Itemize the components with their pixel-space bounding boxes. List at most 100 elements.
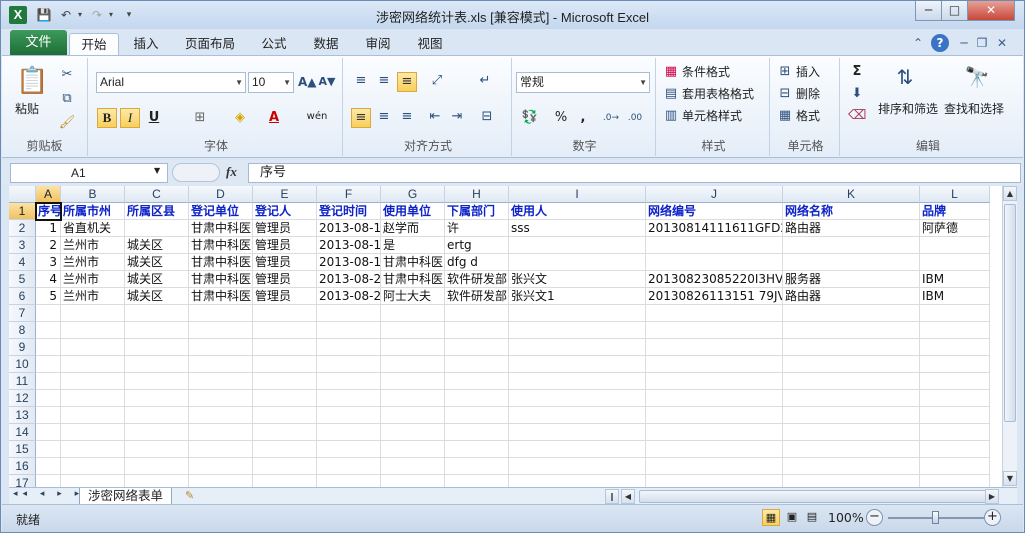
table-cell[interactable]: sss	[509, 220, 646, 237]
table-cell[interactable]: 服务器	[783, 271, 920, 288]
empty-cell[interactable]	[61, 373, 125, 390]
empty-cell[interactable]	[317, 322, 381, 339]
header-cell[interactable]: 使用单位	[381, 203, 445, 220]
formula-bar-splitter[interactable]	[172, 163, 220, 182]
column-header-d[interactable]: D	[189, 186, 253, 203]
empty-cell[interactable]	[920, 390, 990, 407]
empty-cell[interactable]	[125, 339, 189, 356]
row-header[interactable]: 16	[9, 458, 36, 475]
conditional-format-icon[interactable]: ▦	[662, 63, 680, 81]
cell-styles-button[interactable]: 单元格样式	[682, 107, 742, 125]
row-header[interactable]: 10	[9, 356, 36, 373]
table-cell[interactable]: 阿萨德	[920, 220, 990, 237]
empty-cell[interactable]	[783, 441, 920, 458]
header-cell[interactable]: 使用人	[509, 203, 646, 220]
formula-input[interactable]: 序号	[248, 163, 1021, 183]
empty-cell[interactable]	[189, 475, 253, 487]
empty-cell[interactable]	[509, 322, 646, 339]
tab-review[interactable]: 审阅	[356, 33, 400, 56]
table-cell[interactable]: 20130823085220I3HV	[646, 271, 783, 288]
fill-color-icon[interactable]: ◈	[230, 109, 250, 127]
table-cell[interactable]: 2013-08-26	[317, 288, 381, 305]
format-cells-icon[interactable]: ▦	[776, 107, 794, 125]
column-header-a[interactable]: A	[36, 186, 61, 203]
align-middle-icon[interactable]: ≡	[374, 72, 394, 90]
table-cell[interactable]: 管理员	[253, 220, 317, 237]
empty-cell[interactable]	[189, 424, 253, 441]
header-cell[interactable]: 所属市州	[61, 203, 125, 220]
select-all-corner[interactable]	[9, 186, 36, 203]
empty-cell[interactable]	[317, 390, 381, 407]
empty-cell[interactable]	[381, 458, 445, 475]
empty-cell[interactable]	[646, 441, 783, 458]
tab-data[interactable]: 数据	[304, 33, 348, 56]
empty-cell[interactable]	[189, 407, 253, 424]
table-cell[interactable]: 2013-08-23	[317, 271, 381, 288]
empty-cell[interactable]	[783, 322, 920, 339]
zoom-slider-thumb[interactable]	[932, 511, 939, 524]
scroll-up-icon[interactable]: ▲	[1003, 186, 1017, 201]
table-cell[interactable]: 城关区	[125, 288, 189, 305]
empty-cell[interactable]	[36, 424, 61, 441]
sort-filter-button[interactable]: 排序和筛选	[878, 100, 938, 118]
table-cell[interactable]: 阿士大夫	[381, 288, 445, 305]
empty-cell[interactable]	[253, 390, 317, 407]
table-cell[interactable]	[125, 220, 189, 237]
table-cell[interactable]	[920, 237, 990, 254]
empty-cell[interactable]	[189, 373, 253, 390]
empty-cell[interactable]	[920, 305, 990, 322]
doc-minimize-icon[interactable]: ─	[957, 34, 971, 52]
currency-icon[interactable]: 💱	[518, 109, 542, 127]
table-cell[interactable]: 兰州市	[61, 237, 125, 254]
empty-cell[interactable]	[125, 475, 189, 487]
vertical-scrollbar[interactable]: ▲ ▼	[1002, 186, 1017, 487]
empty-cell[interactable]	[646, 373, 783, 390]
empty-cell[interactable]	[783, 373, 920, 390]
empty-cell[interactable]	[36, 441, 61, 458]
spreadsheet-grid[interactable]: A B C D E F G H I J K L 1 序号 所属市州 所属区县 登记单位 登记人 登记时间 使用单位 下属…	[9, 186, 1002, 487]
empty-cell[interactable]	[646, 475, 783, 487]
empty-cell[interactable]	[317, 373, 381, 390]
phonetic-icon[interactable]: wén	[304, 108, 330, 126]
empty-cell[interactable]	[381, 356, 445, 373]
empty-cell[interactable]	[445, 458, 509, 475]
empty-cell[interactable]	[253, 441, 317, 458]
table-cell[interactable]: 2	[36, 237, 61, 254]
empty-cell[interactable]	[36, 458, 61, 475]
row-header[interactable]: 6	[9, 288, 36, 305]
tab-insert[interactable]: 插入	[123, 33, 169, 56]
empty-cell[interactable]	[317, 339, 381, 356]
header-cell[interactable]: 网络编号	[646, 203, 783, 220]
format-painter-icon[interactable]: 🖌	[57, 114, 77, 132]
empty-cell[interactable]	[920, 373, 990, 390]
row-header[interactable]: 11	[9, 373, 36, 390]
doc-restore-icon[interactable]: ❐	[975, 34, 989, 52]
percent-button[interactable]: %	[552, 109, 570, 127]
empty-cell[interactable]	[381, 373, 445, 390]
empty-cell[interactable]	[920, 339, 990, 356]
empty-cell[interactable]	[189, 441, 253, 458]
table-cell[interactable]: 软件研发部	[445, 271, 509, 288]
table-cell[interactable]	[646, 237, 783, 254]
horizontal-scroll-thumb[interactable]	[639, 490, 994, 503]
column-header-j[interactable]: J	[646, 186, 783, 203]
empty-cell[interactable]	[783, 356, 920, 373]
scroll-left-icon[interactable]: ◀	[621, 489, 635, 504]
autosum-icon[interactable]: Σ	[848, 63, 866, 81]
empty-cell[interactable]	[61, 390, 125, 407]
empty-cell[interactable]	[445, 441, 509, 458]
empty-cell[interactable]	[253, 424, 317, 441]
table-cell[interactable]: 张兴文	[509, 271, 646, 288]
empty-cell[interactable]	[509, 458, 646, 475]
table-cell[interactable]: 甘肃中科医	[189, 288, 253, 305]
scroll-right-icon[interactable]: ▶	[985, 489, 999, 504]
header-cell[interactable]: 所属区县	[125, 203, 189, 220]
name-box-dropdown-icon[interactable]: ▼	[154, 166, 160, 175]
table-cell[interactable]: 5	[36, 288, 61, 305]
table-cell[interactable]	[509, 254, 646, 271]
table-cell[interactable]	[783, 237, 920, 254]
delete-cells-button[interactable]: 删除	[796, 85, 820, 103]
table-cell[interactable]: 甘肃中科医	[381, 254, 445, 271]
empty-cell[interactable]	[920, 407, 990, 424]
table-cell[interactable]: 许	[445, 220, 509, 237]
